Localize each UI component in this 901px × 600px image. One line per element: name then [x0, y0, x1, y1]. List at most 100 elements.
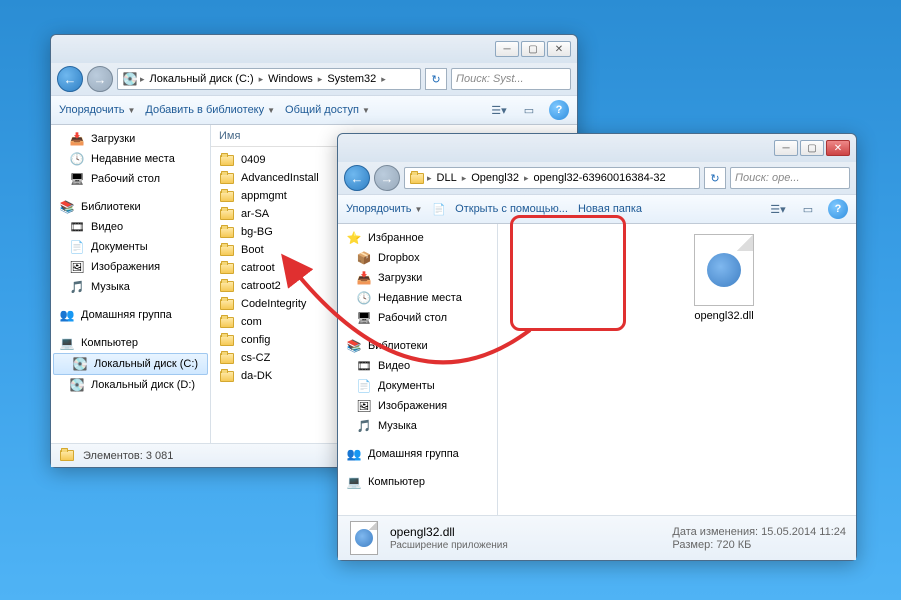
folder-icon — [219, 278, 235, 294]
sidebar-item-computer[interactable]: 💻Компьютер — [338, 472, 497, 492]
sidebar-item-music[interactable]: 🎵Музыка — [51, 277, 210, 297]
nav-row: ← → 💽 ▸ Локальный диск (C:) ▸ Windows ▸ … — [51, 63, 577, 95]
libraries-icon: 📚 — [59, 199, 75, 215]
forward-button[interactable]: → — [374, 165, 400, 191]
document-icon: 📄 — [356, 378, 372, 394]
close-button[interactable]: ✕ — [826, 140, 850, 156]
sidebar-item-documents[interactable]: 📄Документы — [338, 376, 497, 396]
details-size: 720 КБ — [716, 539, 751, 551]
music-icon: 🎵 — [356, 418, 372, 434]
help-button[interactable]: ? — [549, 100, 569, 120]
sidebar-item-computer[interactable]: 💻Компьютер — [51, 333, 210, 353]
sidebar-item-homegroup[interactable]: 👥Домашняя группа — [51, 305, 210, 325]
content-pane[interactable]: opengl32.dll — [498, 224, 856, 515]
refresh-button[interactable]: ↻ — [425, 68, 447, 90]
sidebar-item-libraries[interactable]: 📚Библиотеки — [338, 336, 497, 356]
sidebar-item-downloads[interactable]: 📥Загрузки — [51, 129, 210, 149]
add-to-library-button[interactable]: Добавить в библиотеку▼ — [145, 104, 275, 116]
file-item-opengl32[interactable]: opengl32.dll — [678, 234, 770, 322]
preview-pane-button[interactable]: ▭ — [798, 199, 818, 219]
view-menu-button[interactable]: ☰▾ — [489, 100, 509, 120]
address-bar[interactable]: ▸ DLL ▸ Opengl32 ▸ opengl32-63960016384-… — [404, 167, 700, 189]
folder-label: AdvancedInstall — [241, 172, 319, 184]
breadcrumb[interactable]: System32 — [324, 73, 379, 85]
chevron-right-icon: ▸ — [318, 74, 323, 85]
sidebar-item-drive-d[interactable]: 💽Локальный диск (D:) — [51, 375, 210, 395]
video-icon: 🎞 — [356, 358, 372, 374]
back-button[interactable]: ← — [344, 165, 370, 191]
maximize-button[interactable]: ▢ — [800, 140, 824, 156]
forward-button[interactable]: → — [87, 66, 113, 92]
dropbox-icon: 📦 — [356, 250, 372, 266]
music-icon: 🎵 — [69, 279, 85, 295]
chevron-down-icon: ▼ — [127, 106, 135, 115]
search-input[interactable]: Поиск: ope... — [730, 167, 850, 189]
sidebar: ⭐Избранное 📦Dropbox 📥Загрузки 🕓Недавние … — [338, 224, 498, 515]
preview-pane-button[interactable]: ▭ — [519, 100, 539, 120]
folder-icon — [219, 242, 235, 258]
sidebar-item-homegroup[interactable]: 👥Домашняя группа — [338, 444, 497, 464]
file-name: opengl32.dll — [678, 310, 770, 322]
drive-icon: 💽 — [72, 356, 88, 372]
share-button[interactable]: Общий доступ▼ — [285, 104, 370, 116]
view-menu-button[interactable]: ☰▾ — [768, 199, 788, 219]
organize-button[interactable]: Упорядочить▼ — [346, 203, 422, 215]
details-pane: opengl32.dll Расширение приложения Дата … — [338, 515, 856, 560]
titlebar[interactable]: ─ ▢ ✕ — [338, 134, 856, 162]
sidebar-item-downloads[interactable]: 📥Загрузки — [338, 268, 497, 288]
details-filename: opengl32.dll — [390, 525, 508, 539]
picture-icon: 🖼 — [69, 259, 85, 275]
folder-label: Boot — [241, 244, 264, 256]
document-icon: 📄 — [69, 239, 85, 255]
folder-icon — [219, 368, 235, 384]
sidebar-item-videos[interactable]: 🎞Видео — [338, 356, 497, 376]
folder-icon — [219, 152, 235, 168]
sidebar-item-recent[interactable]: 🕓Недавние места — [51, 149, 210, 169]
open-with-button[interactable]: 📄 Открыть с помощью... — [432, 203, 568, 216]
details-date-label: Дата изменения: — [672, 526, 758, 538]
minimize-button[interactable]: ─ — [774, 140, 798, 156]
folder-icon — [219, 224, 235, 240]
homegroup-icon: 👥 — [59, 307, 75, 323]
refresh-button[interactable]: ↻ — [704, 167, 726, 189]
chevron-right-icon: ▸ — [140, 74, 145, 85]
status-text: Элементов: 3 081 — [83, 450, 173, 462]
titlebar[interactable]: ─ ▢ ✕ — [51, 35, 577, 63]
folder-label: appmgmt — [241, 190, 287, 202]
help-button[interactable]: ? — [828, 199, 848, 219]
desktop-icon: 🖥 — [69, 171, 85, 187]
sidebar-item-favorites[interactable]: ⭐Избранное — [338, 228, 497, 248]
sidebar-item-desktop[interactable]: 🖥Рабочий стол — [51, 169, 210, 189]
back-button[interactable]: ← — [57, 66, 83, 92]
drive-icon: 💽 — [122, 71, 138, 87]
sidebar-item-drive-c[interactable]: 💽Локальный диск (C:) — [53, 353, 208, 375]
organize-button[interactable]: Упорядочить▼ — [59, 104, 135, 116]
sidebar-item-documents[interactable]: 📄Документы — [51, 237, 210, 257]
new-folder-button[interactable]: Новая папка — [578, 203, 642, 215]
folder-icon — [219, 296, 235, 312]
sidebar-item-dropbox[interactable]: 📦Dropbox — [338, 248, 497, 268]
breadcrumb[interactable]: Локальный диск (C:) — [147, 73, 257, 85]
sidebar-item-pictures[interactable]: 🖼Изображения — [338, 396, 497, 416]
folder-icon — [219, 260, 235, 276]
breadcrumb[interactable]: DLL — [434, 172, 460, 184]
sidebar-item-desktop[interactable]: 🖥Рабочий стол — [338, 308, 497, 328]
maximize-button[interactable]: ▢ — [521, 41, 545, 57]
breadcrumb[interactable]: opengl32-63960016384-32 — [531, 172, 669, 184]
breadcrumb[interactable]: Windows — [265, 73, 316, 85]
sidebar-item-music[interactable]: 🎵Музыка — [338, 416, 497, 436]
dll-file-icon — [348, 522, 380, 554]
open-icon: 📄 — [432, 203, 446, 216]
close-button[interactable]: ✕ — [547, 41, 571, 57]
address-bar[interactable]: 💽 ▸ Локальный диск (C:) ▸ Windows ▸ Syst… — [117, 68, 421, 90]
folder-label: cs-CZ — [241, 352, 270, 364]
search-input[interactable]: Поиск: Syst... — [451, 68, 571, 90]
breadcrumb[interactable]: Opengl32 — [468, 172, 522, 184]
folder-icon — [219, 350, 235, 366]
sidebar-item-recent[interactable]: 🕓Недавние места — [338, 288, 497, 308]
sidebar-item-libraries[interactable]: 📚Библиотеки — [51, 197, 210, 217]
folder-label: catroot — [241, 262, 275, 274]
minimize-button[interactable]: ─ — [495, 41, 519, 57]
sidebar-item-videos[interactable]: 🎞Видео — [51, 217, 210, 237]
sidebar-item-pictures[interactable]: 🖼Изображения — [51, 257, 210, 277]
